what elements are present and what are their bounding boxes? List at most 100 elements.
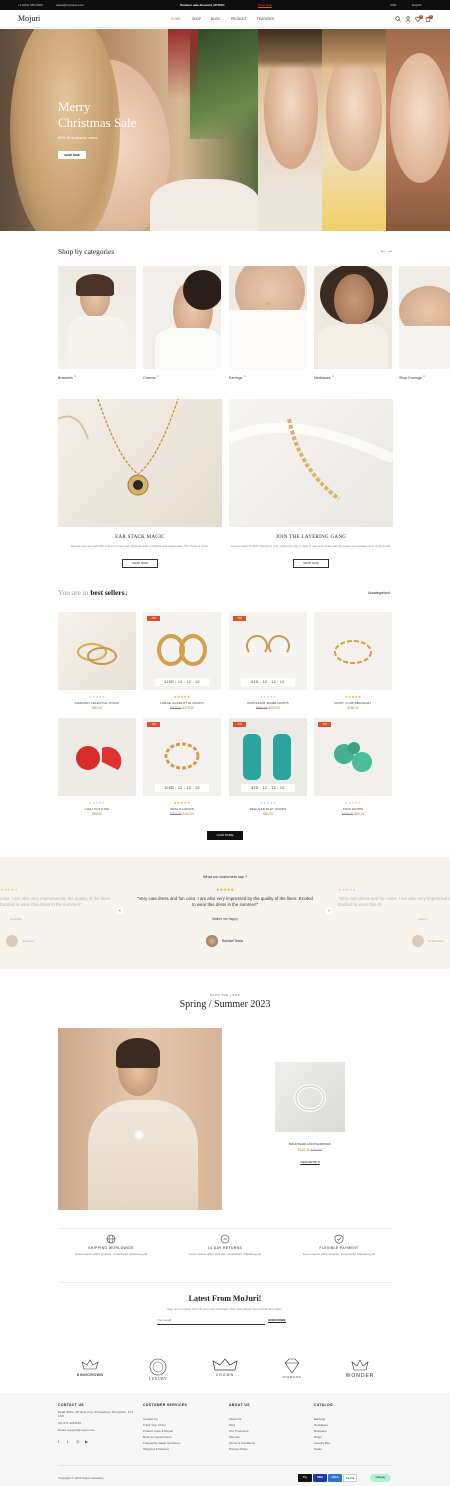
hero-title-line1: Merry xyxy=(58,99,91,114)
brand-logo-wonder[interactable]: WONDER xyxy=(330,1358,390,1388)
feature-returns: 14 14 DAY RETURNS Lorem ipsum dolor sit … xyxy=(165,1234,285,1256)
footer-link[interactable]: Necklaces xyxy=(314,1423,328,1427)
hotspot-icon[interactable] xyxy=(136,1132,142,1138)
promo-title-2: JOIN THE LAYERING GANG xyxy=(275,535,347,540)
instagram-icon[interactable]: ◎ xyxy=(76,1439,80,1444)
spring-model-image[interactable] xyxy=(58,1028,222,1210)
product-image-2[interactable]: -5% 129D : 12 : 12 : 10 xyxy=(143,612,221,690)
bestsellers-filter[interactable]: Uncategorized xyxy=(368,591,390,595)
search-icon[interactable] xyxy=(395,16,401,22)
category-image-charms[interactable] xyxy=(143,266,221,369)
countdown-timer: 129D : 12 : 12 : 10 xyxy=(155,678,209,686)
nav-blog[interactable]: BLOG xyxy=(211,17,220,21)
product-name-7[interactable]: REGULAR PLAY HOOPS xyxy=(229,807,307,811)
product-image-3[interactable]: -5% 61D : 12 : 12 : 10 xyxy=(229,612,307,690)
product-name-3[interactable]: CROISSANT DOME HOOPS xyxy=(229,701,307,705)
product-name-5[interactable]: CHILI CUT RING xyxy=(58,807,136,811)
brand-logo-crown[interactable]: CROWN xyxy=(195,1358,255,1388)
category-label-shop-earrings[interactable]: Shop Earrings 11 xyxy=(399,375,425,380)
promo-image-ear-stack[interactable] xyxy=(58,399,222,527)
brand-logo-kingcrown[interactable]: KINGCROWN xyxy=(60,1358,120,1388)
product-image-5[interactable] xyxy=(58,718,136,796)
promo-image-layering[interactable] xyxy=(229,399,393,527)
footer-contact-title: CONTACT US xyxy=(58,1403,84,1407)
footer-link[interactable]: About Us xyxy=(229,1417,241,1421)
footer-link[interactable]: Book an Appointment xyxy=(143,1435,172,1439)
hero-shop-button[interactable]: SHOP NOW xyxy=(58,151,86,159)
footer-link[interactable]: Frequently Asked Questions xyxy=(143,1441,181,1445)
brand-logo-diamond[interactable]: DIAMOND xyxy=(262,1358,322,1388)
category-label-bracelets[interactable]: Bracelets 11 xyxy=(58,375,76,380)
category-image-earrings[interactable] xyxy=(229,266,307,369)
hero-image-4 xyxy=(386,29,450,231)
product-image-1[interactable] xyxy=(58,612,136,690)
nav-home[interactable]: HOME xyxy=(171,17,181,21)
arrow-left-icon[interactable]: ← xyxy=(380,248,386,254)
footer-link[interactable]: Studs xyxy=(314,1447,322,1451)
subscribe-button[interactable]: SUBSCRIBE xyxy=(268,1318,286,1323)
footer-about-title: ABOUT US xyxy=(229,1403,250,1407)
hero-image-3 xyxy=(322,29,386,231)
product-image-7[interactable]: -5% 52D : 12 : 12 : 10 xyxy=(229,718,307,796)
spring-product-name[interactable]: BOLD PEARL HOOP EARRINGS xyxy=(270,1142,350,1146)
currency-select[interactable]: USD xyxy=(390,3,396,7)
testimonial-stars: ★★★★★ xyxy=(216,887,234,892)
testimonial-prev-icon[interactable]: ‹ xyxy=(116,907,124,915)
footer-link[interactable]: Shipping & Returns xyxy=(143,1447,169,1451)
categories-title: Shop by categories xyxy=(58,247,115,256)
category-image-bracelets[interactable] xyxy=(58,266,136,369)
facebook-icon[interactable]: f xyxy=(58,1439,59,1444)
hero-image-2 xyxy=(258,29,322,231)
product-image-8[interactable]: -5% xyxy=(314,718,392,796)
red-earrings-illustration xyxy=(76,746,122,770)
arrow-right-icon[interactable]: → xyxy=(387,248,393,254)
promo-button-2[interactable]: SHOP NOW xyxy=(293,559,329,568)
load-more-button[interactable]: LOAD MORE xyxy=(207,831,243,840)
nav-features[interactable]: FEATURES xyxy=(257,17,274,21)
product-name-2[interactable]: LARGE CHARLOTTE HOOPS xyxy=(143,701,221,705)
footer-address: Head Office: 26 Wyle Cop, Shrewsbury, Sh… xyxy=(58,1410,134,1418)
product-name-1[interactable]: DIAMOND CELESTIAL STACK xyxy=(58,701,136,705)
promo-button-1[interactable]: SHOP NOW xyxy=(122,559,158,568)
email[interactable]: sales@example.com xyxy=(56,3,84,7)
footer-link[interactable]: FAQ xyxy=(229,1423,235,1427)
category-image-shop-earrings[interactable] xyxy=(399,266,450,369)
product-image-6[interactable]: -5% 108D : 12 : 12 : 10 xyxy=(143,718,221,796)
product-name-8[interactable]: TWIN HOOPS xyxy=(314,807,392,811)
category-image-necklaces[interactable] xyxy=(314,266,392,369)
email-field[interactable] xyxy=(157,1316,265,1325)
twitter-icon[interactable]: t xyxy=(67,1439,68,1444)
category-label-earrings[interactable]: Earrings 11 xyxy=(229,375,246,380)
footer-link[interactable]: Track Your Order xyxy=(143,1423,166,1427)
footer-link[interactable]: Earrings xyxy=(314,1417,325,1421)
spring-view-details[interactable]: VIEW DETAILS xyxy=(270,1160,350,1164)
product-image-4[interactable] xyxy=(314,612,392,690)
testimonial-next-icon[interactable]: › xyxy=(325,907,333,915)
footer-link[interactable]: Sitemap xyxy=(229,1435,240,1439)
footer-link[interactable]: Jewelry Box xyxy=(314,1441,330,1445)
product-name-6[interactable]: OPAL & HOOPS xyxy=(143,807,221,811)
nav-shop[interactable]: SHOP xyxy=(192,17,201,21)
brand-logo-luxury[interactable]: LUXURY xyxy=(128,1358,188,1388)
promo-link[interactable]: Shop Now xyxy=(258,3,272,7)
footer-link[interactable]: Terms & Conditions xyxy=(229,1441,255,1445)
side-author-left: Jess Doe xyxy=(22,939,35,943)
footer-link[interactable]: Product Care & Repair xyxy=(143,1429,173,1433)
logo[interactable]: Mojuri xyxy=(18,14,40,23)
promo-title-1: EAR STACK MAGIC xyxy=(115,535,165,540)
footer-link[interactable]: Bracelets xyxy=(314,1429,327,1433)
footer-link[interactable]: Our Producers xyxy=(229,1429,249,1433)
language-select[interactable]: English xyxy=(412,3,422,7)
category-label-necklaces[interactable]: Necklaces 11 xyxy=(314,375,334,380)
category-label-charms[interactable]: Charms 11 xyxy=(143,375,159,380)
footer-email[interactable]: Email: support@mojuri.com xyxy=(58,1428,95,1432)
footer-services-title: CUSTOMER SERVICES xyxy=(143,1403,188,1407)
nav-product[interactable]: PRODUCT xyxy=(231,17,247,21)
product-name-4[interactable]: DAISY CLUB BRACELET xyxy=(314,701,392,705)
footer-link[interactable]: Privacy Policy xyxy=(229,1447,248,1451)
user-icon[interactable] xyxy=(405,16,411,22)
footer-link[interactable]: Contact Us xyxy=(143,1417,158,1421)
footer-link[interactable]: Rings xyxy=(314,1435,322,1439)
spring-product-image[interactable] xyxy=(275,1062,345,1132)
youtube-icon[interactable]: ▶ xyxy=(85,1439,88,1444)
